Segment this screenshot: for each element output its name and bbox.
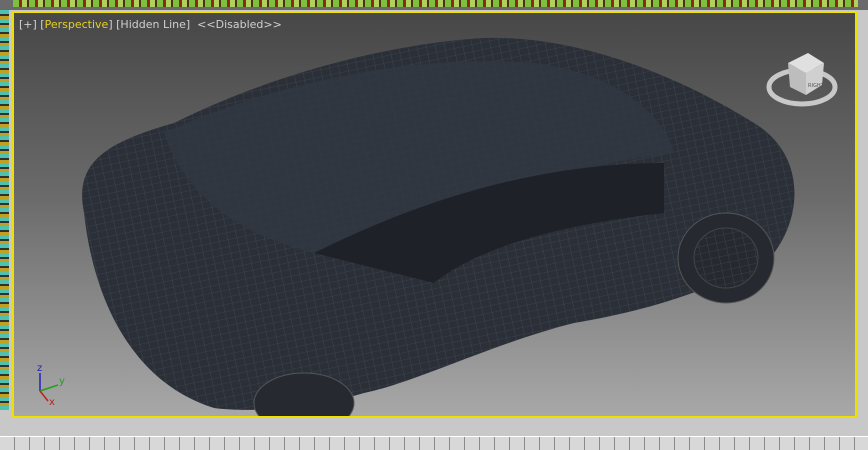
perspective-viewport[interactable]: [+] [Perspective] [Hidden Line] <<Disabl… <box>12 11 857 418</box>
toolbar-strip <box>0 0 868 10</box>
timeline-ruler[interactable] <box>0 436 868 450</box>
viewcube-face-label: RIGHT <box>808 83 825 89</box>
view-type-label[interactable]: Perspective <box>45 18 109 31</box>
viewport-labels: [+] [Perspective] [Hidden Line] <<Disabl… <box>19 18 282 31</box>
axis-tripod: z y x <box>37 363 65 408</box>
y-axis-label: y <box>59 376 65 387</box>
z-axis-label: z <box>37 363 42 374</box>
viewcube[interactable]: RIGHT <box>766 43 838 113</box>
left-panel-strip <box>0 10 9 410</box>
x-axis-label: x <box>49 397 55 408</box>
toolbar-icons <box>13 0 858 7</box>
car-model-wireframe <box>82 37 795 416</box>
shading-mode-label[interactable]: Hidden Line <box>120 18 185 31</box>
viewport-menu-button[interactable]: [+] <box>19 18 37 31</box>
status-label: <<Disabled>> <box>197 18 282 31</box>
